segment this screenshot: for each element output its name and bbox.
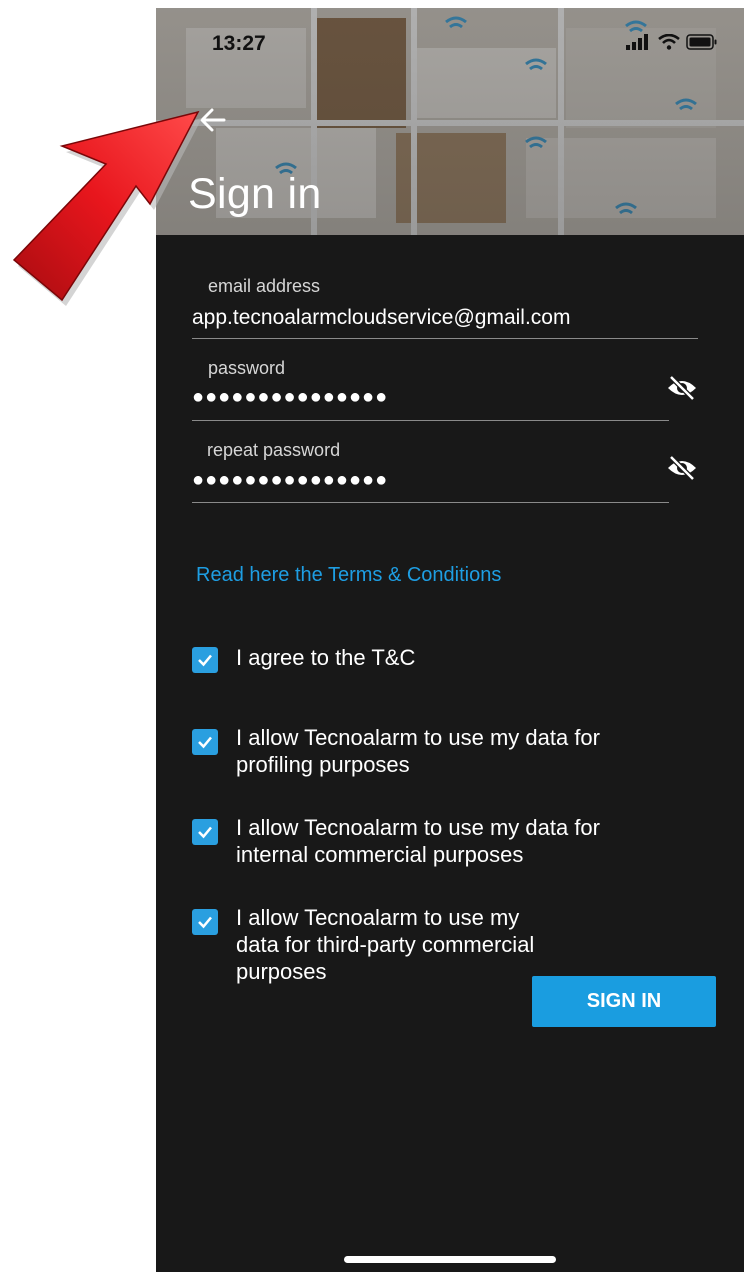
checkbox-label: I allow Tecnoalarm to use my data for pr… <box>236 725 600 777</box>
header-banner: 13:27 Sign in <box>156 8 744 235</box>
checkbox[interactable] <box>192 819 218 845</box>
checkmark-icon <box>198 916 212 929</box>
home-indicator <box>344 1256 556 1263</box>
checkbox[interactable] <box>192 729 218 755</box>
sign-in-button[interactable]: SIGN IN <box>532 976 716 1027</box>
checkbox-row-internal-commercial[interactable]: I allow Tecnoalarm to use my data for in… <box>192 814 636 868</box>
checkmark-icon <box>198 826 212 839</box>
wifi-icon <box>658 34 680 50</box>
repeat-password-input[interactable]: ●●●●●●●●●●●●●●● <box>192 469 388 492</box>
eye-off-icon[interactable] <box>666 374 698 402</box>
email-input[interactable]: app.tecnoalarmcloudservice@gmail.com <box>192 306 570 330</box>
checkbox[interactable] <box>192 909 218 935</box>
password-underline <box>192 420 669 421</box>
eye-off-icon[interactable] <box>666 454 698 482</box>
checkbox-row-agree-tc[interactable]: I agree to the T&C <box>192 644 636 673</box>
status-time: 13:27 <box>212 32 266 55</box>
checkmark-icon <box>198 654 212 667</box>
terms-link[interactable]: Read here the Terms & Conditions <box>196 564 501 587</box>
checkbox-row-profiling[interactable]: I allow Tecnoalarm to use my data for pr… <box>192 724 636 778</box>
battery-icon <box>686 34 717 50</box>
password-input[interactable]: ●●●●●●●●●●●●●●● <box>192 386 388 409</box>
checkbox-label: I allow Tecnoalarm to use my data for in… <box>236 815 600 867</box>
status-icons <box>626 34 718 50</box>
app-screen: 13:27 Sign in email address app.tecnoala… <box>156 8 744 1272</box>
repeat-password-underline <box>192 502 669 503</box>
checkbox-row-third-party[interactable]: I allow Tecnoalarm to use my data for th… <box>192 904 546 985</box>
repeat-password-label: repeat password <box>207 440 341 460</box>
password-label: password <box>208 358 286 378</box>
checkbox-label: I agree to the T&C <box>236 645 416 670</box>
email-underline <box>192 338 698 339</box>
checkmark-icon <box>198 736 212 749</box>
checkbox[interactable] <box>192 647 218 673</box>
checkbox-label: I allow Tecnoalarm to use my data for th… <box>236 905 535 984</box>
signal-icon <box>626 34 648 50</box>
email-label: email address <box>208 276 321 296</box>
annotation-arrow-icon <box>12 110 202 306</box>
